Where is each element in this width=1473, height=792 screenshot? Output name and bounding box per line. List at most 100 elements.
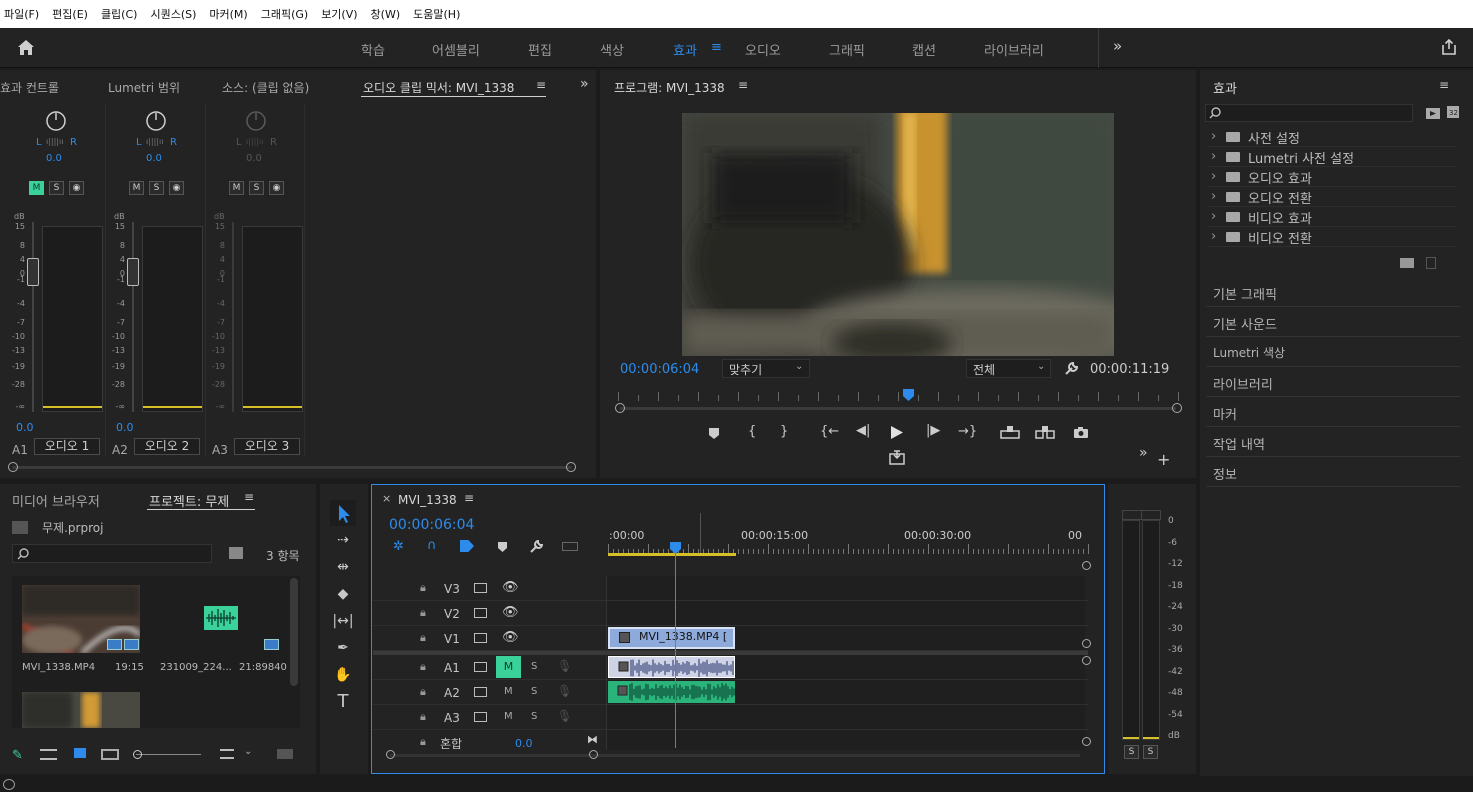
- workspace-captions[interactable]: 캡션: [912, 40, 936, 59]
- effects-item-video-effects[interactable]: › 비디오 효과: [1208, 207, 1456, 227]
- scroll-handle[interactable]: [1082, 561, 1091, 570]
- effects-title[interactable]: 효과: [1213, 78, 1237, 97]
- workspace-audio[interactable]: 오디오: [745, 40, 781, 59]
- menu-edit[interactable]: 편집(E): [52, 6, 88, 22]
- new-bin-icon[interactable]: [1400, 258, 1414, 268]
- ripple-edit-tool-icon[interactable]: ⇹: [330, 554, 356, 580]
- playhead-timecode[interactable]: 00:00:06:04: [620, 362, 699, 377]
- master-pan-icon[interactable]: ⧓: [587, 733, 598, 746]
- lift-icon[interactable]: [1000, 425, 1020, 439]
- step-forward-icon[interactable]: |▶: [926, 423, 940, 438]
- step-back-icon[interactable]: ◀|: [856, 423, 870, 438]
- sync-lock-icon[interactable]: [474, 687, 487, 697]
- chevron-down-icon[interactable]: ⌄: [244, 746, 252, 757]
- mute-track-button[interactable]: M: [504, 686, 513, 697]
- timeline-timecode[interactable]: 00:00:06:04: [389, 517, 474, 533]
- microphone-icon[interactable]: 🎙︎: [557, 684, 572, 698]
- solo-left-button[interactable]: S: [1124, 745, 1139, 759]
- menu-window[interactable]: 창(W): [371, 6, 401, 22]
- more-panels-icon[interactable]: »: [580, 76, 589, 92]
- trash-icon[interactable]: [1426, 257, 1436, 269]
- mute-button[interactable]: M: [129, 181, 144, 195]
- horizontal-scrollbar[interactable]: [12, 466, 572, 469]
- effects-search-input[interactable]: [1205, 104, 1413, 122]
- mark-in-icon[interactable]: {: [748, 424, 756, 439]
- section-essential-graphics[interactable]: 기본 그래픽: [1206, 278, 1460, 307]
- effects-item-presets[interactable]: › 사전 설정: [1208, 127, 1456, 147]
- menu-help[interactable]: 도움말(H): [413, 6, 460, 22]
- sync-lock-icon[interactable]: [474, 608, 487, 618]
- scroll-handle[interactable]: [1082, 656, 1091, 665]
- scroll-handle-right[interactable]: [1172, 403, 1182, 413]
- menu-view[interactable]: 보기(V): [321, 6, 357, 22]
- more-workspaces-icon[interactable]: »: [1113, 37, 1122, 55]
- track-id[interactable]: V3: [444, 582, 460, 596]
- list-view-icon[interactable]: [40, 749, 57, 760]
- scroll-handle-left[interactable]: [615, 403, 625, 413]
- menu-marker[interactable]: 마커(M): [209, 6, 247, 22]
- find-icon[interactable]: [229, 547, 243, 559]
- track-id[interactable]: A2: [444, 686, 460, 700]
- pan-knob-icon[interactable]: [45, 110, 67, 132]
- sync-lock-icon[interactable]: [474, 583, 487, 593]
- volume-fader[interactable]: [27, 258, 39, 286]
- sync-lock-icon[interactable]: [474, 662, 487, 672]
- workspace-libraries[interactable]: 라이브러리: [984, 40, 1044, 59]
- workspace-learning[interactable]: 학습: [361, 40, 385, 59]
- track-id[interactable]: V1: [444, 632, 460, 646]
- timeline-zoom-scrollbar[interactable]: [390, 754, 1080, 757]
- tab-project[interactable]: 프로젝트: 무제: [149, 491, 229, 510]
- timeline-tab[interactable]: MVI_1338: [398, 493, 457, 507]
- scroll-handle-right[interactable]: [589, 750, 598, 759]
- captions-icon[interactable]: [562, 542, 578, 551]
- tab-media-browser[interactable]: 미디어 브라우저: [12, 491, 100, 510]
- comparison-view-icon[interactable]: [889, 450, 905, 465]
- scroll-handle-left[interactable]: [8, 462, 18, 472]
- workspace-menu-icon[interactable]: ≡: [711, 40, 722, 55]
- eye-icon[interactable]: 👁︎: [502, 580, 519, 595]
- extract-icon[interactable]: [1035, 425, 1055, 439]
- track-id[interactable]: V2: [444, 607, 460, 621]
- pan-knob-icon[interactable]: [245, 110, 267, 132]
- microphone-icon[interactable]: 🎙︎: [557, 709, 572, 723]
- track-select-tool-icon[interactable]: ⇢: [330, 527, 356, 553]
- lock-icon[interactable]: 🔒︎: [420, 581, 426, 595]
- accelerated-effects-icon[interactable]: [1425, 106, 1441, 120]
- effects-item-audio-effects[interactable]: › 오디오 효과: [1208, 167, 1456, 187]
- slip-tool-icon[interactable]: |↔|: [330, 608, 356, 634]
- audio-clip[interactable]: [608, 681, 735, 703]
- menu-sequence[interactable]: 시퀀스(S): [150, 6, 196, 22]
- solo-track-button[interactable]: S: [531, 661, 537, 672]
- eye-icon[interactable]: 👁︎: [502, 630, 519, 645]
- panel-menu-icon[interactable]: ≡: [536, 78, 546, 92]
- icon-view-icon[interactable]: [74, 748, 86, 758]
- menu-file[interactable]: 파일(F): [4, 6, 39, 22]
- scroll-handle[interactable]: [1082, 639, 1091, 648]
- mark-out-icon[interactable]: }: [780, 424, 788, 439]
- panel-menu-icon[interactable]: ≡: [244, 490, 254, 504]
- scroll-handle-left[interactable]: [386, 750, 395, 759]
- quality-select[interactable]: 전체 ⌄: [966, 359, 1051, 378]
- sync-lock-icon[interactable]: [474, 712, 487, 722]
- pan-knob-icon[interactable]: [145, 110, 167, 132]
- pan-value[interactable]: 0.0: [46, 153, 62, 164]
- pan-value[interactable]: 0.0: [246, 153, 262, 164]
- volume-value[interactable]: 0.0: [116, 421, 134, 434]
- section-history[interactable]: 작업 내역: [1206, 428, 1460, 457]
- tab-lumetri-scopes[interactable]: Lumetri 범위: [108, 79, 180, 96]
- record-button[interactable]: ◉: [269, 181, 284, 195]
- workspace-color[interactable]: 색상: [600, 40, 624, 59]
- lock-icon[interactable]: 🔒︎: [420, 710, 426, 724]
- eye-icon[interactable]: 👁︎: [502, 605, 519, 620]
- 32bit-icon[interactable]: 32: [1446, 105, 1460, 119]
- home-icon[interactable]: [17, 39, 35, 56]
- add-marker-icon[interactable]: [497, 541, 508, 553]
- play-icon[interactable]: [890, 425, 904, 440]
- sync-lock-icon[interactable]: [474, 633, 487, 643]
- hand-tool-icon[interactable]: ✋: [330, 662, 356, 688]
- pencil-icon[interactable]: ✎: [12, 748, 23, 763]
- record-button[interactable]: ◉: [69, 181, 84, 195]
- clip-thumbnail[interactable]: [22, 585, 140, 653]
- menu-graphics[interactable]: 그래픽(G): [261, 6, 308, 22]
- track-id[interactable]: A3: [444, 711, 460, 725]
